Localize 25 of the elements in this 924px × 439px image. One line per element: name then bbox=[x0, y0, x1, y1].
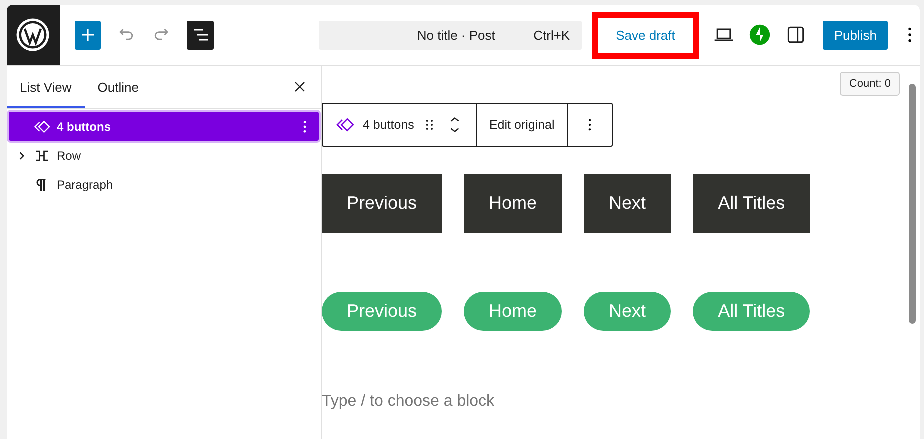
item-label: Paragraph bbox=[57, 178, 114, 192]
content-button[interactable]: All Titles bbox=[693, 174, 810, 233]
command-bar[interactable]: No title · Post Ctrl+K bbox=[319, 20, 582, 50]
document-overview-button[interactable] bbox=[187, 20, 214, 50]
content-button[interactable]: Home bbox=[464, 174, 562, 233]
sidebar-tab[interactable]: Outline bbox=[84, 66, 152, 108]
publish-button[interactable]: Publish bbox=[823, 20, 888, 50]
list-item[interactable]: Row bbox=[9, 141, 319, 170]
add-block-button[interactable] bbox=[74, 20, 102, 50]
paragraph-placeholder[interactable]: Type / to choose a block bbox=[322, 393, 920, 411]
list-item[interactable]: 4 buttons bbox=[9, 112, 319, 141]
plus-icon bbox=[80, 27, 96, 43]
wordpress-logo[interactable] bbox=[7, 5, 60, 65]
document-title: No title · Post bbox=[416, 28, 496, 42]
item-label: Row bbox=[57, 148, 82, 162]
block-name: 4 buttons bbox=[363, 118, 414, 132]
sidebar-tab[interactable]: List View bbox=[7, 66, 85, 108]
lightning-icon[interactable] bbox=[749, 24, 772, 46]
item-label: 4 buttons bbox=[57, 120, 112, 134]
content-button[interactable]: Previous bbox=[322, 174, 442, 233]
content-button[interactable]: Next bbox=[584, 174, 672, 233]
count-badge: Count: 0 bbox=[840, 72, 900, 96]
chevron-icon[interactable] bbox=[17, 150, 27, 160]
list-item[interactable]: Paragraph bbox=[9, 170, 319, 199]
keyboard-shortcut: Ctrl+K bbox=[534, 28, 570, 42]
